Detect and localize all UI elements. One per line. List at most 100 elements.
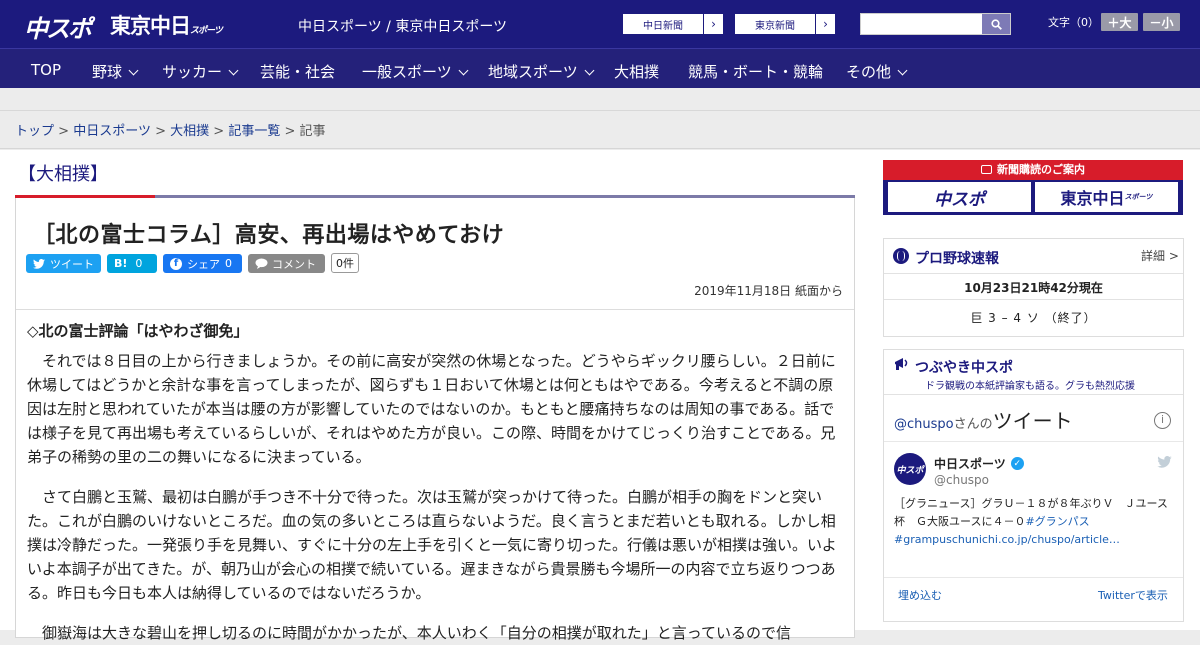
breadcrumb-separator: > xyxy=(155,124,166,139)
timeline-heading: @chuspoさんのツイート xyxy=(894,405,1073,434)
tokyo-chunichi-subscribe-text: 東京中日 xyxy=(1060,189,1125,208)
breadcrumb: トップ > 中日スポーツ > 大相撲 > 記事一覧 > 記事 xyxy=(15,120,326,139)
tokyo-chunichi-subscribe-small: スポーツ xyxy=(1124,193,1153,201)
breadcrumb-separator: > xyxy=(58,124,70,139)
chevron-down-icon xyxy=(228,65,239,76)
tweet-button[interactable]: ツイート xyxy=(26,254,101,273)
timeline-handle-link[interactable]: @chuspo xyxy=(894,417,954,432)
hatena-count: 0 xyxy=(135,257,143,270)
account-name-text: 中日スポーツ xyxy=(934,457,1006,471)
chevron-right-icon: › xyxy=(815,14,835,34)
view-on-twitter-link[interactable]: Twitterで表示 xyxy=(1098,587,1168,603)
ad-spacer xyxy=(0,88,1200,111)
tsubuyaki-title: つぶやき中スポ xyxy=(915,360,1013,376)
breadcrumb-link-top[interactable]: トップ xyxy=(15,124,54,139)
breadcrumb-link-chuspo[interactable]: 中日スポーツ xyxy=(73,124,151,139)
nav-item-top[interactable]: TOP xyxy=(31,61,61,79)
article-subheading: ◇北の富士評論「はやわざ御免」 xyxy=(27,322,249,340)
nav-item-local-sports[interactable]: 地域スポーツ xyxy=(488,61,595,82)
tweet-label: ツイート xyxy=(50,257,94,271)
nav-item-baseball[interactable]: 野球 xyxy=(92,61,139,82)
timeline-tweets-label: ツイート xyxy=(992,409,1073,433)
nav-label: サッカー xyxy=(162,63,223,81)
search-button[interactable] xyxy=(982,14,1010,34)
main-nav: TOP 野球 サッカー 芸能・社会 一般スポーツ 地域スポーツ 大相撲 競馬・ボ… xyxy=(0,48,1200,88)
nav-label: TOP xyxy=(31,61,62,79)
account-avatar[interactable]: 中スポ xyxy=(894,453,926,485)
article-paragraph: さて白鵬と玉鷲、最初は白鵬が手つき不十分で待った。次は玉鷲が突っかけて待った。白… xyxy=(27,488,837,602)
nav-label: 芸能・社会 xyxy=(260,63,336,81)
nav-label: 地域スポーツ xyxy=(488,63,578,81)
search-input[interactable] xyxy=(861,14,983,34)
site-name[interactable]: 中日スポーツ / 東京中日スポーツ xyxy=(298,16,507,36)
nav-label: 野球 xyxy=(92,63,123,81)
search-icon xyxy=(990,18,1002,30)
font-smaller-button[interactable]: －小 xyxy=(1143,13,1180,31)
tokyo-chunichi-logo-small: スポーツ xyxy=(190,26,223,36)
divider xyxy=(16,309,854,310)
divider xyxy=(884,299,1183,300)
nav-item-racing[interactable]: 競馬・ボート・競輪 xyxy=(688,61,823,82)
nav-label: 競馬・ボート・競輪 xyxy=(688,63,824,81)
twitter-bird-icon xyxy=(33,258,45,269)
facebook-icon: f xyxy=(170,257,182,270)
nav-item-entertainment[interactable]: 芸能・社会 xyxy=(260,61,335,82)
tweet-hashtag[interactable]: #グランパス xyxy=(1025,515,1089,528)
article-title: ［北の富士コラム］高安、再出場はやめておけ xyxy=(33,223,505,248)
twitter-bird-icon xyxy=(1157,456,1172,468)
breadcrumb-separator: > xyxy=(213,124,225,139)
article-paragraph: それでは８日目の上から行きましょうか。その前に高安が突然の休場となった。どうやら… xyxy=(27,352,836,466)
info-icon[interactable]: i xyxy=(1154,412,1171,429)
subscription-header: 新聞購読のご案内 xyxy=(883,160,1183,180)
font-larger-button[interactable]: ＋大 xyxy=(1101,13,1138,31)
chevron-right-icon: › xyxy=(703,14,723,34)
comment-label: コメント xyxy=(272,257,316,271)
nav-label: 大相撲 xyxy=(614,63,660,81)
baseball-detail-link[interactable]: 詳細 > xyxy=(1141,247,1179,264)
tsubuyaki-subtitle: ドラ観戦の本紙評論家も語る。グラも熱烈応援 xyxy=(925,381,1135,392)
breadcrumb-link-sumo[interactable]: 大相撲 xyxy=(170,124,209,139)
hatena-icon: B! xyxy=(114,257,128,270)
chevron-down-icon xyxy=(128,65,139,76)
tokyo-chunichi-subscribe-button[interactable]: 東京中日 スポーツ xyxy=(1035,182,1178,212)
baseball-score[interactable]: 巨 3 – 4 ソ （終了） xyxy=(884,309,1183,326)
embed-link[interactable]: 埋め込む xyxy=(898,587,942,603)
newspaper-icon xyxy=(981,165,992,174)
comment-button[interactable]: コメント xyxy=(248,254,325,273)
facebook-share-label: シェア xyxy=(187,257,220,271)
article-paragraph: 御嶽海は大きな碧山を押し切るのに時間がかかったが、本人いわく「自分の相撲が取れた… xyxy=(42,624,791,642)
breadcrumb-link-article-list[interactable]: 記事一覧 xyxy=(228,124,280,139)
subscription-header-text: 新聞購読のご案内 xyxy=(997,163,1085,176)
tokyo-shimbun-link[interactable]: 東京新聞 › xyxy=(734,13,836,35)
partner-link-label: 東京新聞 xyxy=(755,21,795,32)
account-handle[interactable]: @chuspo xyxy=(934,473,989,487)
article-category: 【大相撲】 xyxy=(18,164,108,185)
chuspo-logo[interactable]: 中スポ xyxy=(24,9,92,44)
divider xyxy=(884,394,1183,395)
nav-item-soccer[interactable]: サッカー xyxy=(162,61,239,82)
tokyo-chunichi-logo[interactable]: 東京中日スポーツ xyxy=(110,10,223,40)
baseball-icon xyxy=(893,248,909,264)
tweet-text: ［グラニュース］グラＵ－１８が８年ぶりＶ Ｊユース杯 Ｇ大阪ユースに４－０#グラ… xyxy=(894,495,1174,549)
hatena-bookmark-button[interactable]: B! 0 xyxy=(107,254,157,273)
nav-item-other[interactable]: その他 xyxy=(846,61,908,82)
account-name[interactable]: 中日スポーツ ✓ xyxy=(934,455,1024,472)
verified-badge-icon: ✓ xyxy=(1010,457,1024,470)
speech-bubble-icon xyxy=(255,258,268,269)
tweet-link[interactable]: #grampuschunichi.co.jp/chuspo/article… xyxy=(894,531,1174,549)
chuspo-subscribe-button[interactable]: 中スポ xyxy=(888,182,1031,212)
article-date: 2019年11月18日 紙面から xyxy=(694,284,843,298)
partner-link-label: 中日新聞 xyxy=(643,21,683,32)
tokyo-chunichi-logo-text: 東京中日 xyxy=(110,14,191,38)
timeline-handle-suffix: さんの xyxy=(953,417,993,432)
chunichi-shimbun-link[interactable]: 中日新聞 › xyxy=(622,13,724,35)
baseball-timestamp: 10月23日21時42分現在 xyxy=(964,281,1103,295)
facebook-share-button[interactable]: f シェア 0 xyxy=(163,254,242,273)
facebook-count: 0 xyxy=(225,257,232,270)
nav-item-general-sports[interactable]: 一般スポーツ xyxy=(362,61,469,82)
comment-count: 0件 xyxy=(331,253,359,273)
divider xyxy=(884,441,1183,442)
subscription-banner[interactable]: 新聞購読のご案内 中スポ 東京中日 スポーツ xyxy=(883,160,1183,215)
divider xyxy=(884,577,1183,578)
nav-item-sumo[interactable]: 大相撲 xyxy=(614,61,659,82)
